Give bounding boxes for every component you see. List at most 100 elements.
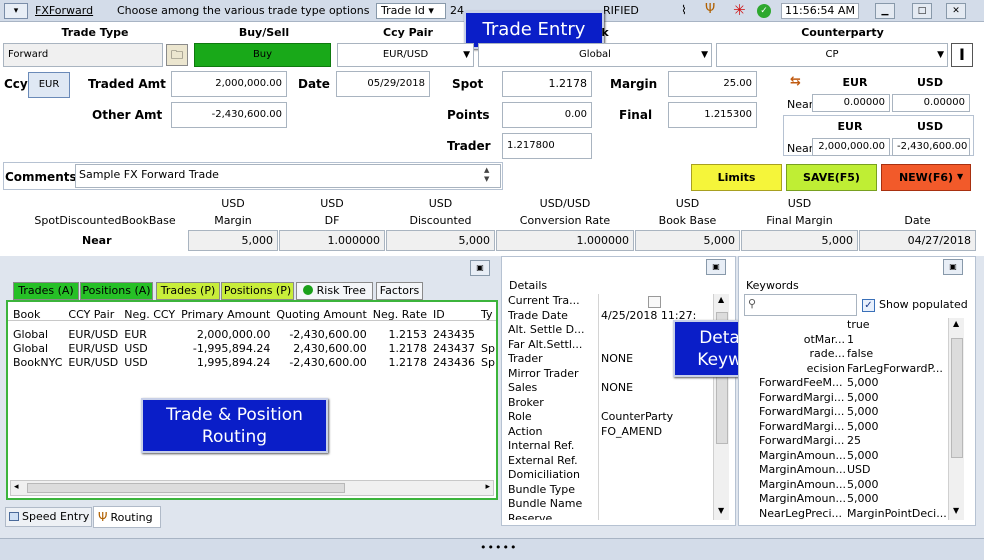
show-populated-checkbox[interactable]: ✓ <box>862 299 875 312</box>
keyword-row[interactable]: NearLegPreci... MarginPointDeci... <box>743 507 947 521</box>
keywords-search-box[interactable]: ⚲ <box>744 294 857 316</box>
details-value: FO_AMEND <box>601 424 663 438</box>
details-scroll-down-icon[interactable]: ▼ <box>718 506 724 515</box>
final-input[interactable]: 1.215300 <box>668 102 757 128</box>
keyword-row[interactable]: ForwardMargi... 5,000 <box>743 405 947 420</box>
table-row[interactable]: Global EUR/USD USD -1,995,894.24 2,430,600.0… <box>10 341 498 355</box>
speed-entry-tab[interactable]: Speed Entry <box>5 507 92 527</box>
details-row[interactable]: Current Tra... <box>505 294 713 309</box>
folder-icon[interactable]: 🗀 <box>166 44 188 66</box>
near-rate-1[interactable]: 0.00000 <box>812 94 890 112</box>
final-label: Final <box>619 108 653 122</box>
details-row[interactable]: Bundle Type <box>505 483 713 498</box>
traded-amt-input[interactable]: 2,000,000.00 <box>171 71 287 97</box>
chart-icon[interactable]: ⌇ <box>681 3 687 17</box>
grid-header[interactable]: Neg. CCY <box>121 307 178 321</box>
scroll-right-icon[interactable]: ▸ <box>485 482 490 492</box>
tab-positions-a[interactable]: Positions (A) <box>80 282 153 300</box>
keywords-scroll-up-icon[interactable]: ▲ <box>953 319 959 328</box>
keyword-row[interactable]: MarginAmoun... 5,000 <box>743 492 947 507</box>
details-row[interactable]: Internal Ref. <box>505 439 713 454</box>
save-button[interactable]: SAVE(F5) <box>786 164 877 191</box>
grid-header[interactable]: CCY Pair <box>65 307 121 321</box>
comments-spinner-icon[interactable]: ▲ ▼ <box>484 166 489 184</box>
keyword-row[interactable]: ForwardMargi... 5,000 <box>743 420 947 435</box>
close-icon[interactable]: ✕ <box>946 3 966 19</box>
swap-icon[interactable]: ⇆ <box>790 74 801 89</box>
app-menu-icon[interactable]: ▾ <box>4 3 28 19</box>
text-cursor-icon[interactable]: I <box>951 43 973 67</box>
other-amt-input[interactable]: -2,430,600.00 <box>171 102 287 128</box>
new-dropdown-icon[interactable]: ▼ <box>957 172 963 181</box>
keyword-row[interactable]: ForwardMargi... 25 <box>743 434 947 449</box>
buy-sell-button[interactable]: Buy <box>194 43 331 67</box>
tab-positions-p[interactable]: Positions (P) <box>221 282 294 300</box>
spot-input[interactable]: 1.2178 <box>502 71 592 97</box>
near-amt-2[interactable]: -2,430,600.00 <box>892 138 970 156</box>
details-row[interactable]: Domiciliation <box>505 468 713 483</box>
keyword-row[interactable]: ForwardFeeM... 5,000 <box>743 376 947 391</box>
details-scroll-up-icon[interactable]: ▲ <box>718 295 724 304</box>
minimize-icon[interactable]: ▁ <box>875 3 895 19</box>
details-checkbox[interactable] <box>648 296 661 308</box>
trade-id-selector[interactable]: Trade Id ▾ <box>376 3 446 19</box>
table-row[interactable]: Global EUR/USD EUR 2,000,000.00 -2,430,600.0… <box>10 327 498 341</box>
keyword-row[interactable]: ecision FarLegForwardP... <box>743 362 947 377</box>
keywords-scroll-thumb[interactable] <box>951 338 963 458</box>
keyword-row[interactable]: true <box>743 318 947 333</box>
scroll-thumb[interactable] <box>27 483 345 493</box>
details-row[interactable]: Action FO_AMEND <box>505 425 713 440</box>
ccy-pair-select[interactable]: EUR/USD ▼ <box>337 43 474 67</box>
resize-grip-icon[interactable]: ••••• <box>480 541 517 554</box>
keyword-row[interactable]: MarginAmoun... 5,000 <box>743 478 947 493</box>
details-row[interactable]: Bundle Name <box>505 497 713 512</box>
grid-header[interactable]: Book <box>10 307 65 321</box>
keyword-row[interactable]: ForwardMargi... 5,000 <box>743 391 947 406</box>
points-input[interactable]: 0.00 <box>502 102 592 128</box>
keywords-collapse-icon[interactable]: ▣ <box>943 259 963 275</box>
maximize-icon[interactable]: □ <box>912 3 932 19</box>
keyword-row[interactable]: MarginAmoun... 5,000 <box>743 449 947 464</box>
details-row[interactable]: Broker <box>505 396 713 411</box>
keyword-row[interactable]: MarginAmoun... USD <box>743 463 947 478</box>
grid-hscroll[interactable]: ◂ ▸ <box>10 480 494 496</box>
routing-tab[interactable]: Ψ Routing <box>93 506 161 528</box>
check-icon[interactable]: ✓ <box>757 4 771 18</box>
margin-input[interactable]: 25.00 <box>668 71 757 97</box>
near-rate-2[interactable]: 0.00000 <box>892 94 970 112</box>
tab-trades-p[interactable]: Trades (P) <box>156 282 220 300</box>
counterparty-select[interactable]: CP ▼ <box>716 43 948 67</box>
comments-input[interactable]: Sample FX Forward Trade <box>75 164 501 188</box>
trader-input[interactable]: 1.217800 <box>502 133 592 159</box>
grid-header[interactable]: Ty <box>478 307 498 321</box>
keywords-vscroll[interactable]: ▲ ▼ <box>948 318 964 520</box>
scroll-left-icon[interactable]: ◂ <box>14 482 19 492</box>
routing-collapse-icon[interactable]: ▣ <box>470 260 490 276</box>
keyword-row[interactable]: otMar... 1 <box>743 333 947 348</box>
ccy-button[interactable]: EUR <box>28 72 70 98</box>
grid-header[interactable]: ID <box>430 307 478 321</box>
grid-header[interactable]: Primary Amount <box>178 307 273 321</box>
keyword-row[interactable]: rade... false <box>743 347 947 362</box>
tab-factors[interactable]: Factors <box>376 282 423 300</box>
date-input[interactable]: 05/29/2018 <box>336 71 430 97</box>
details-row[interactable]: Sales NONE <box>505 381 713 396</box>
table-row[interactable]: BookNYC EUR/USD USD 1,995,894.24 -2,430,600.… <box>10 355 498 369</box>
tab-trades-a[interactable]: Trades (A) <box>13 282 79 300</box>
tab-risk-tree[interactable]: Risk Tree <box>296 282 373 300</box>
trade-type-field[interactable]: Forward <box>3 43 163 67</box>
routing-icon[interactable]: Ψ <box>705 2 715 17</box>
details-row[interactable]: Role CounterParty <box>505 410 713 425</box>
grid-header[interactable]: Neg. Rate <box>370 307 430 321</box>
details-row[interactable]: Reserve <box>505 512 713 521</box>
details-row[interactable]: External Ref. <box>505 454 713 469</box>
keywords-scroll-down-icon[interactable]: ▼ <box>953 506 959 515</box>
near-amt-1[interactable]: 2,000,000.00 <box>812 138 890 156</box>
asterisk-icon[interactable]: ✳ <box>733 1 746 19</box>
trade-type-link[interactable]: FXForward <box>35 4 93 17</box>
limits-button[interactable]: Limits <box>691 164 782 191</box>
keywords-search-input[interactable] <box>763 297 853 313</box>
book-select[interactable]: Global ▼ <box>478 43 712 67</box>
grid-header[interactable]: Quoting Amount <box>273 307 369 321</box>
details-collapse-icon[interactable]: ▣ <box>706 259 726 275</box>
